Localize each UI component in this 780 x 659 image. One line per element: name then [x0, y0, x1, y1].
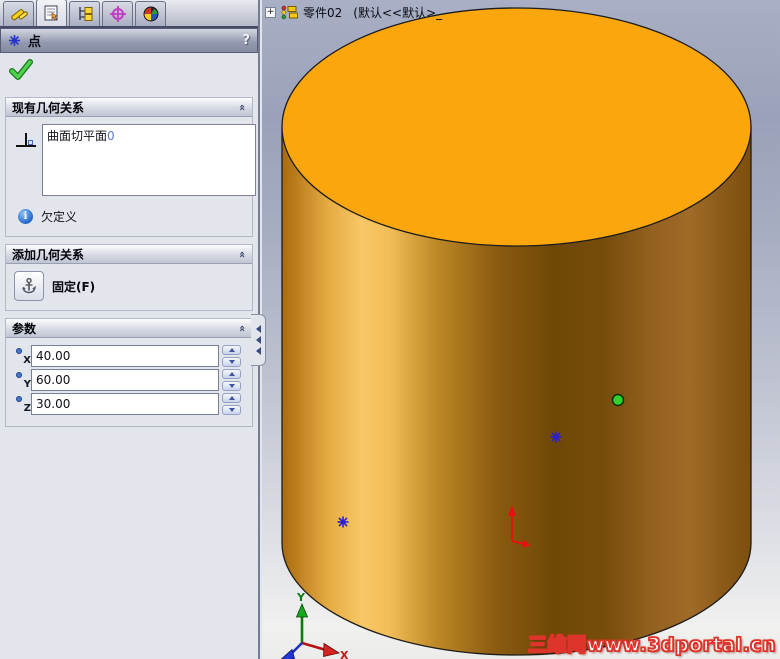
group-parameters: 参数 « X Y [5, 318, 253, 427]
group-add-relations-header[interactable]: 添加几何关系 « [6, 245, 252, 264]
z-spinner [222, 393, 241, 415]
feature-tree-flyout: + 零件02 (默认<<默认>_ [265, 4, 442, 21]
help-button[interactable]: ? [242, 33, 250, 48]
tab-display-manager[interactable] [135, 1, 166, 26]
part-configuration: (默认<<默认>_ [353, 6, 443, 20]
x-spinner [222, 345, 241, 367]
configuration-manager-icon [78, 7, 92, 21]
y-spinner [222, 369, 241, 391]
param-row-z: Z [14, 393, 244, 415]
panel-flyout-handle[interactable] [251, 314, 266, 366]
x-coordinate-icon: X [14, 346, 31, 366]
triad-y-label: Y [296, 591, 306, 604]
pm-title: 点 [28, 35, 42, 50]
fix-relation-label: 固定(F) [52, 279, 96, 294]
group-title: 添加几何关系 [12, 247, 85, 262]
watermark: 三维网www.3dportal.cn [527, 633, 776, 657]
group-existing-relations-header[interactable]: 现有几何关系 « [6, 98, 252, 117]
dimxpert-icon [109, 6, 126, 22]
collapse-chevron-icon[interactable]: « [236, 250, 249, 257]
group-parameters-header[interactable]: 参数 « [6, 319, 252, 338]
ok-checkmark-button[interactable] [8, 58, 34, 82]
tree-expand-button[interactable]: + [265, 7, 276, 18]
spin-up-button[interactable] [222, 393, 241, 403]
sketch-point-asterisk[interactable] [337, 516, 349, 528]
solidworks-window: 点 ? 现有几何关系 « 曲面切平面0 i 欠定义 添加几何关系 « 固定(F)… [0, 0, 780, 659]
x-coordinate-input[interactable] [31, 345, 219, 367]
point-feature-icon [9, 35, 20, 46]
definition-status: 欠定义 [41, 210, 78, 224]
param-row-x: X [14, 345, 244, 367]
sketch-point-asterisk[interactable] [550, 431, 562, 443]
relations-listbox[interactable]: 曲面切平面0 [42, 124, 256, 196]
z-coordinate-icon: Z [14, 394, 31, 414]
left-arrow-icon [255, 347, 261, 355]
group-existing-relations: 现有几何关系 « 曲面切平面0 欠定义 [5, 97, 256, 237]
group-title: 参数 [12, 321, 37, 336]
property-manager-panel: 点 ? 现有几何关系 « 曲面切平面0 i 欠定义 添加几何关系 « 固定(F)… [0, 0, 260, 659]
graphics-viewport[interactable]: + 零件02 (默认<<默认>_ Y X 三维网www.3dportal.cn [262, 0, 780, 659]
spin-up-button[interactable] [222, 345, 241, 355]
z-coordinate-input[interactable] [31, 393, 219, 415]
display-manager-icon [143, 6, 158, 22]
model-scene: Y X [280, 7, 752, 659]
group-title: 现有几何关系 [12, 100, 85, 115]
part-name[interactable]: 零件02 [303, 4, 342, 21]
pm-actions [0, 53, 258, 90]
manager-tabbar [0, 0, 258, 28]
param-row-y: Y [14, 369, 244, 391]
y-coordinate-icon: Y [14, 370, 31, 390]
collapse-chevron-icon[interactable]: « [236, 103, 249, 110]
feature-tree-icon [10, 9, 28, 21]
fix-relation-button[interactable] [14, 271, 44, 301]
selected-point[interactable] [611, 393, 625, 407]
tab-feature-manager[interactable] [3, 1, 34, 26]
group-add-relations: 添加几何关系 « 固定(F) [5, 244, 253, 311]
spin-up-button[interactable] [222, 369, 241, 379]
part-icon [281, 5, 298, 20]
relation-list-item[interactable]: 曲面切平面0 [47, 127, 251, 144]
tab-dimxpert-manager[interactable] [102, 1, 133, 26]
pm-header: 点 ? [0, 28, 258, 53]
tangent-relation-icon [16, 131, 38, 147]
y-coordinate-input[interactable] [31, 369, 219, 391]
info-icon [18, 209, 33, 224]
spin-down-button[interactable] [222, 357, 241, 367]
property-manager-icon [44, 5, 58, 21]
cylinder-top-face[interactable] [281, 7, 752, 247]
definition-status-row: 欠定义 [18, 208, 244, 225]
triad-x-label: X [340, 649, 349, 659]
tab-property-manager[interactable] [36, 0, 67, 26]
collapse-chevron-icon[interactable]: « [236, 324, 249, 331]
tab-configuration-manager[interactable] [69, 1, 100, 26]
anchor-icon [22, 277, 37, 294]
spin-down-button[interactable] [222, 381, 241, 391]
spin-down-button[interactable] [222, 405, 241, 415]
left-arrow-icon [255, 336, 261, 344]
left-arrow-icon [255, 325, 261, 333]
